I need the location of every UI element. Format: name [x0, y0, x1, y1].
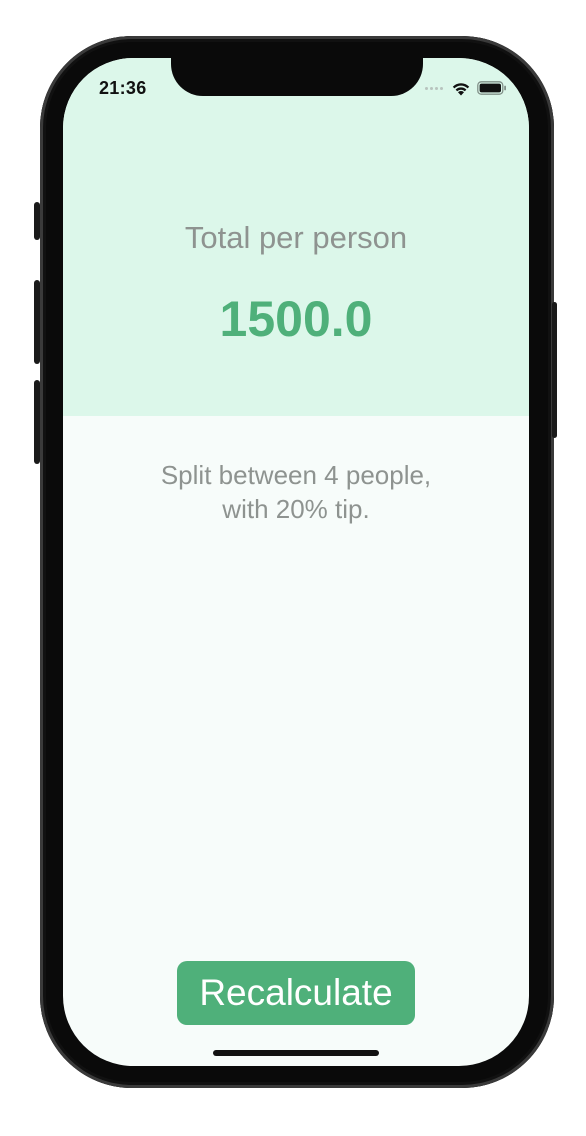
mute-switch	[34, 202, 40, 240]
home-indicator[interactable]	[213, 1050, 379, 1056]
split-summary: Split between 4 people, with 20% tip.	[63, 458, 529, 526]
split-summary-line-2: with 20% tip.	[222, 494, 370, 524]
volume-down-button	[34, 380, 40, 464]
split-summary-line-1: Split between 4 people,	[160, 460, 432, 490]
result-panel: 21:36 Total per person 1500.0	[63, 58, 529, 416]
wifi-icon	[452, 82, 470, 95]
total-per-person-label: Total per person	[184, 220, 408, 255]
battery-icon	[477, 81, 506, 95]
status-icons	[425, 78, 507, 98]
notch	[171, 58, 423, 96]
power-button	[552, 302, 557, 438]
signal-dots-icon	[425, 86, 443, 90]
status-time: 21:36	[99, 78, 147, 98]
total-amount: 1500.0	[219, 291, 373, 347]
volume-up-button	[34, 280, 40, 364]
app-screen: 21:36 Total per person 1500.0 Split betw…	[63, 58, 529, 1066]
recalculate-button[interactable]: Recalculate	[177, 961, 415, 1025]
